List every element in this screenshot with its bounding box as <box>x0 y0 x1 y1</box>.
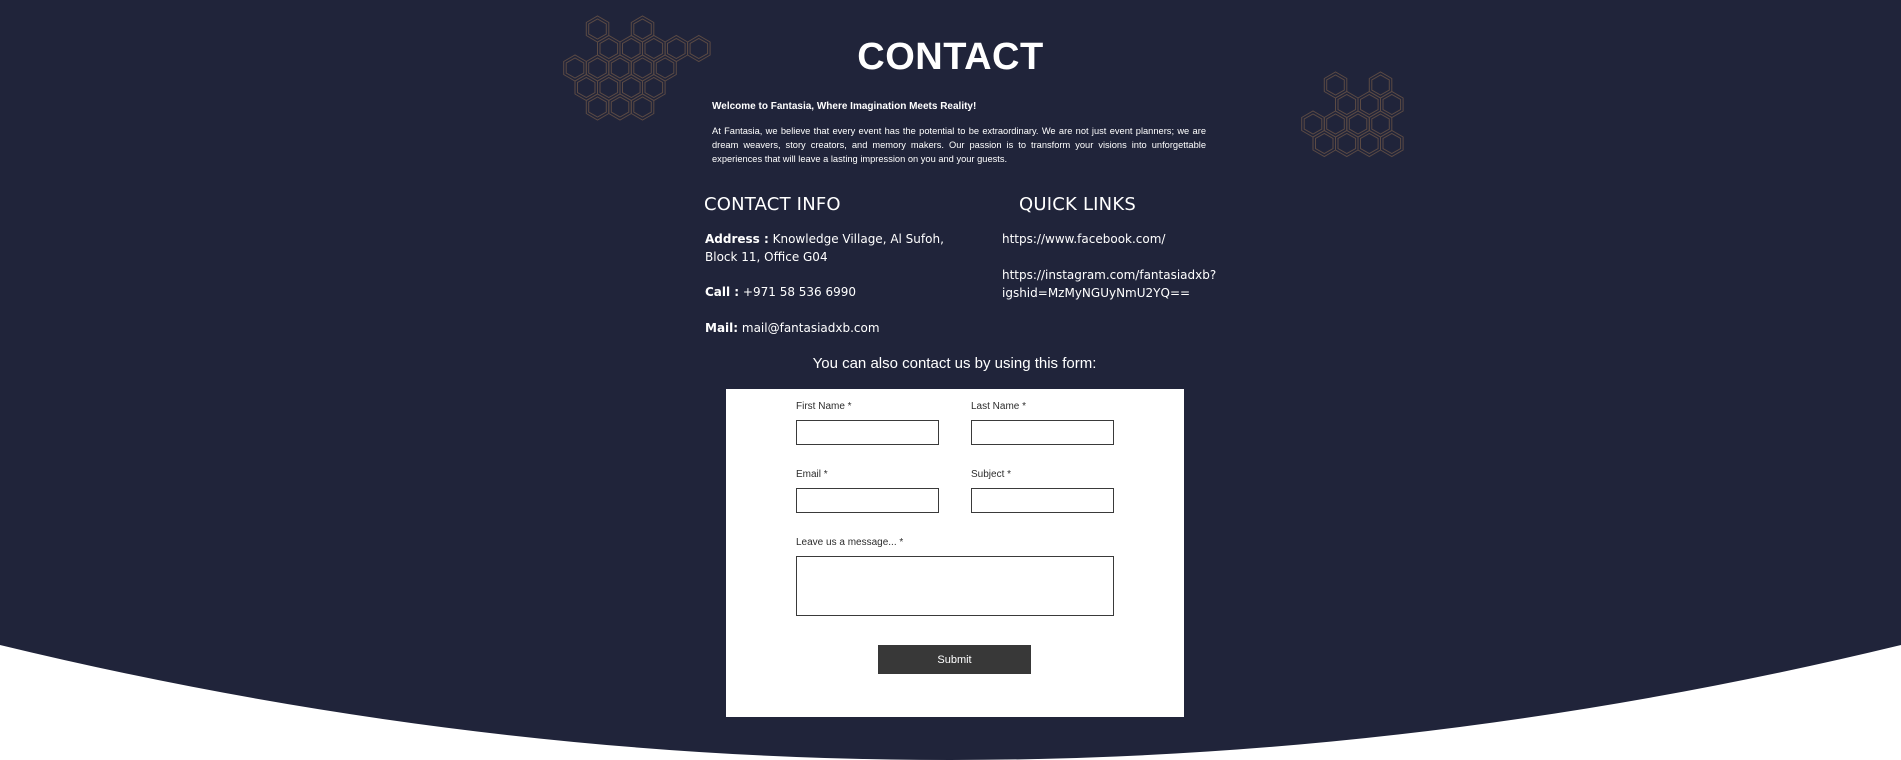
hexagon-outline <box>1323 110 1348 138</box>
page-title: CONTACT <box>857 36 1044 78</box>
hexagon-outline <box>630 93 655 121</box>
address-line-2: Block 11, Office G04 <box>705 250 828 264</box>
call-label: Call : <box>705 285 740 299</box>
last-name-label: Last Name * <box>971 401 1027 412</box>
facebook-link[interactable]: https://www.facebook.com/ <box>1002 230 1165 248</box>
contact-form: First Name * Last Name * Email * Subject… <box>726 389 1184 717</box>
hexagon-outline <box>1337 132 1357 155</box>
hexagon-outline <box>1335 90 1359 119</box>
email-input[interactable] <box>796 488 939 513</box>
phone-number: +971 58 536 6990 <box>739 285 857 299</box>
hexagon-outline <box>1380 129 1404 158</box>
subject-label: Subject * <box>971 469 1012 480</box>
form-intro-text: You can also contact us by using this fo… <box>812 355 1097 372</box>
hexagon-outline <box>1357 129 1381 158</box>
email-label: Email * <box>796 469 828 480</box>
hexagon-outline <box>599 76 619 99</box>
hexagon-outline <box>1301 110 1325 138</box>
mail-line: Mail: mail@fantasiadxb.com <box>705 319 880 337</box>
hexagon-outline <box>1312 129 1336 158</box>
first-name-input[interactable] <box>796 420 939 445</box>
submit-button[interactable]: Submit <box>878 645 1031 674</box>
email-address: mail@fantasiadxb.com <box>738 321 880 335</box>
first-name-label: First Name * <box>796 401 852 412</box>
last-name-input[interactable] <box>971 420 1114 445</box>
hexagon-outline <box>608 93 632 121</box>
intro-section: Welcome to Fantasia, Where Imagination M… <box>712 101 1206 166</box>
intro-paragraph: At Fantasia, we believe that every event… <box>712 126 1206 164</box>
hexagon-outline <box>1315 132 1334 155</box>
contact-info-heading: CONTACT INFO <box>704 194 841 215</box>
hexagon-outline <box>588 96 607 118</box>
hexagon-outline <box>644 76 664 99</box>
address-label: Address : <box>705 232 769 246</box>
hexagon-outline <box>577 76 596 99</box>
hexagon-outline <box>1382 93 1402 116</box>
address-line: Address : Knowledge Village, Al Sufoh, <box>705 230 944 248</box>
hexagon-outline <box>1303 113 1323 135</box>
hexagon-outline <box>1380 90 1404 119</box>
call-line: Call : +971 58 536 6990 <box>705 283 856 301</box>
instagram-link-line-2[interactable]: igshid=MzMyNGUyNmU2YQ== <box>1002 284 1216 302</box>
address-value: Knowledge Village, Al Sufoh, <box>768 232 944 246</box>
hexagon-outline <box>1357 90 1381 119</box>
hexagon-outline <box>1360 132 1379 155</box>
hexagon-outline <box>1371 113 1390 135</box>
hexagon-outline <box>622 76 641 99</box>
hexagon-outline <box>1335 129 1359 158</box>
mail-label: Mail: <box>705 321 739 335</box>
hexagon-outline <box>1326 113 1345 135</box>
hexagon-outline <box>585 93 610 121</box>
quick-links-heading: QUICK LINKS <box>1019 194 1136 215</box>
message-textarea[interactable] <box>796 556 1114 616</box>
message-label: Leave us a message... * <box>796 537 904 548</box>
hexagon-outline <box>1337 93 1357 116</box>
subject-input[interactable] <box>971 488 1114 513</box>
hexagon-outline <box>1368 110 1393 138</box>
hexagon-outline <box>1382 132 1402 155</box>
hexagon-outline <box>610 96 630 118</box>
instagram-link-line-1[interactable]: https://instagram.com/fantasiadxb? <box>1002 266 1216 284</box>
intro-heading: Welcome to Fantasia, Where Imagination M… <box>712 101 977 112</box>
hexagon-outline <box>633 96 652 118</box>
hexagon-outline <box>1346 110 1370 138</box>
hexagon-pattern-icon <box>1301 71 1404 158</box>
hexagon-outline <box>1348 113 1368 135</box>
contact-page: CONTACT Welcome to Fantasia, Where Imagi… <box>0 0 1901 760</box>
hexagon-outline <box>1360 93 1379 116</box>
instagram-link[interactable]: https://instagram.com/fantasiadxb? igshi… <box>1002 266 1216 302</box>
